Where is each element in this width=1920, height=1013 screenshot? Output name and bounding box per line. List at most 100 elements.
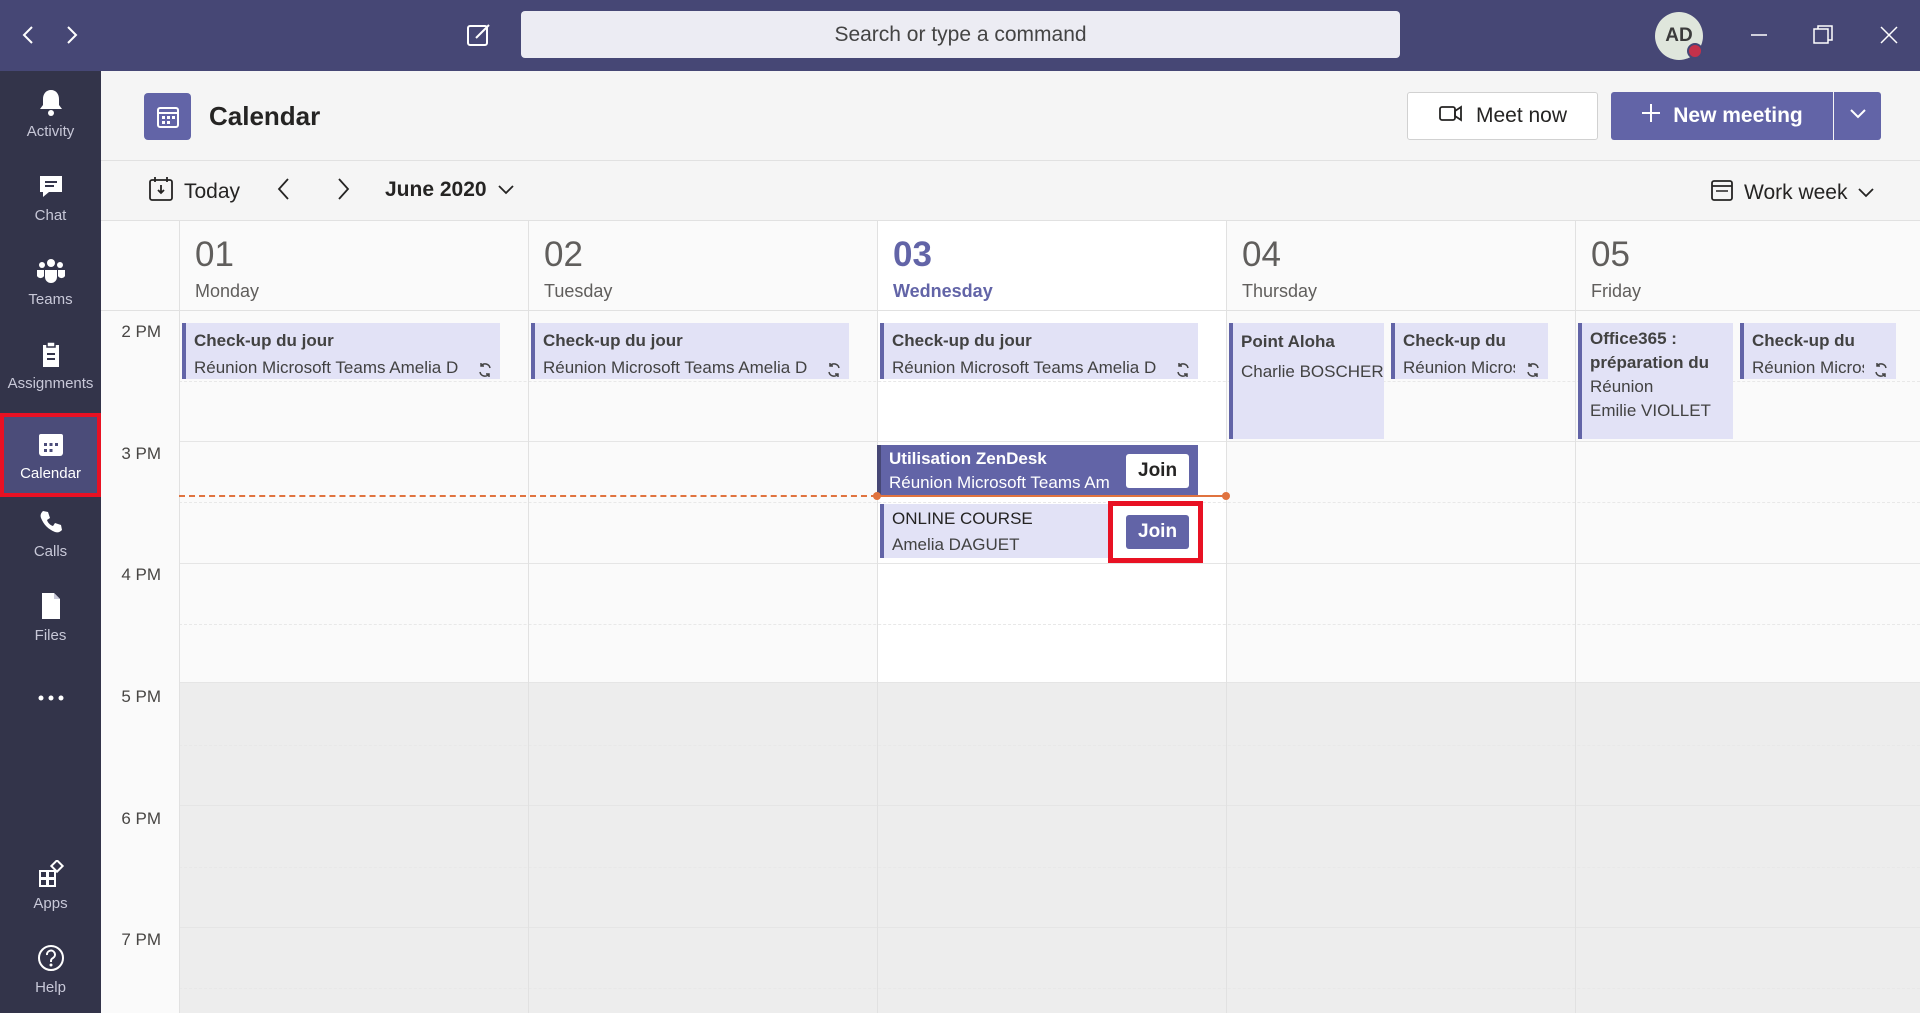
calendar-toolbar: Today June 2020 Work week [101,161,1920,221]
rail-item-activity[interactable]: Activity [0,71,101,155]
event-location: Réunion Microsoft Teams Am [889,473,1110,492]
event-checkup-friday[interactable]: Check-up du Réunion Microsoft [1740,323,1896,379]
more-apps-button[interactable] [0,659,101,743]
day-name: Wednesday [893,281,993,301]
grid-line [179,988,1920,989]
calendar-today-icon [148,176,174,208]
event-checkup-thursday[interactable]: Check-up du Réunion Microsoft [1391,323,1548,379]
help-icon [36,943,66,973]
rail-item-teams[interactable]: Teams [0,239,101,323]
rail-label: Activity [26,122,75,140]
view-picker[interactable]: Work week [1710,178,1875,208]
phone-icon [36,507,66,537]
title-bar: Search or type a command AD [0,0,1920,71]
join-zendesk-button[interactable]: Join [1126,454,1190,488]
compose-icon[interactable] [464,20,494,50]
page-title: Calendar [209,101,321,131]
day-header-friday[interactable]: 05 Friday [1575,221,1920,310]
more-icon [36,683,66,713]
rail-label: Assignments [7,374,94,392]
file-icon [36,591,66,621]
month-picker[interactable]: June 2020 [385,178,515,202]
day-header-tuesday[interactable]: 02 Tuesday [528,221,877,310]
app-rail: Activity Chat Teams Assignments Calendar… [0,71,101,1013]
view-label: Work week [1744,181,1848,204]
event-title: Check-up du jour [543,331,683,350]
meet-now-button[interactable]: Meet now [1407,92,1598,140]
event-title: Point Aloha [1241,332,1335,351]
video-camera-icon [1438,102,1464,130]
grid-line [179,563,1920,564]
new-meeting-button[interactable]: New meeting [1611,92,1833,140]
rail-label: Apps [33,894,68,912]
event-checkup-monday[interactable]: Check-up du jour Réunion Microsoft Teams… [182,323,500,379]
day-number: 04 [1242,235,1281,274]
grid-line [179,502,1920,503]
day-header-monday[interactable]: 01 Monday [179,221,528,310]
time-label: 2 PM [121,322,161,341]
column-divider [1575,221,1576,1013]
recurring-icon [1873,355,1889,379]
event-office365-prep[interactable]: Office365 : préparation du Réunion Emili… [1578,323,1733,439]
calendar-view-icon [1710,178,1734,208]
event-location: Réunion [1590,377,1654,396]
chevron-right-icon [337,177,351,207]
event-checkup-tuesday[interactable]: Check-up du jour Réunion Microsoft Teams… [531,323,849,379]
chevron-down-icon [1849,107,1867,125]
column-divider [528,221,529,1013]
calendar-icon [36,429,66,459]
close-icon[interactable] [1874,20,1904,50]
new-meeting-dropdown[interactable] [1834,92,1881,140]
rail-label: Help [35,978,66,996]
time-label: 5 PM [121,687,161,706]
next-week-button[interactable] [337,177,351,207]
apps-icon [36,859,66,889]
meet-now-label: Meet now [1475,104,1568,127]
day-name: Monday [195,281,260,301]
event-organizer: Emilie VIOLLET [1590,401,1711,420]
rail-label: Files [34,626,67,644]
rail-item-help[interactable]: Help [0,927,101,1011]
rail-item-assignments[interactable]: Assignments [0,323,101,407]
event-subtitle: Réunion Microsoft Teams Amelia D [543,354,841,379]
column-divider [1226,221,1227,1013]
previous-week-button[interactable] [276,177,290,207]
day-header-wednesday[interactable]: 03 Wednesday [877,221,1226,310]
calendar-app-icon [144,93,191,140]
rail-item-files[interactable]: Files [0,575,101,659]
search-input[interactable]: Search or type a command [521,11,1400,58]
maximize-icon[interactable] [1808,20,1838,50]
time-label: 3 PM [121,444,161,463]
event-organizer: Charlie BOSCHER [1241,362,1384,381]
day-header-thursday[interactable]: 04 Thursday [1226,221,1575,310]
grid-line [179,867,1920,868]
chat-icon [36,171,66,201]
column-divider [877,221,878,1013]
rail-label: Calls [33,542,68,560]
minimize-icon[interactable] [1744,20,1774,50]
recurring-icon [1525,355,1541,379]
rail-item-calendar[interactable]: Calendar [0,413,101,497]
event-point-aloha[interactable]: Point Aloha Charlie BOSCHER [1229,323,1384,439]
calendar-header: Calendar Meet now New meeting [101,71,1920,161]
forward-arrow-icon[interactable] [60,20,84,50]
assignments-icon [36,339,66,369]
rail-item-chat[interactable]: Chat [0,155,101,239]
chevron-down-icon [497,178,515,202]
join-online-course-button[interactable]: Join [1126,515,1190,549]
column-divider [179,221,180,1013]
today-button[interactable]: Today [148,176,240,208]
presence-busy-icon [1687,43,1703,59]
recurring-icon [826,355,842,379]
event-online-course[interactable]: ONLINE COURSE Amelia DAGUET [880,504,1111,558]
recurring-icon [477,355,493,379]
rail-item-apps[interactable]: Apps [0,843,101,927]
rail-item-calls[interactable]: Calls [0,491,101,575]
event-checkup-wednesday[interactable]: Check-up du jour Réunion Microsoft Teams… [880,323,1198,379]
current-time-marker [1222,492,1230,500]
back-arrow-icon[interactable] [16,20,40,50]
calendar-grid: 01 Monday 02 Tuesday 03 Wednesday 04 Thu… [101,221,1920,1013]
event-title: ONLINE COURSE [892,509,1033,528]
time-label: 4 PM [121,565,161,584]
event-location: Réunion Microsoft [1403,358,1515,377]
